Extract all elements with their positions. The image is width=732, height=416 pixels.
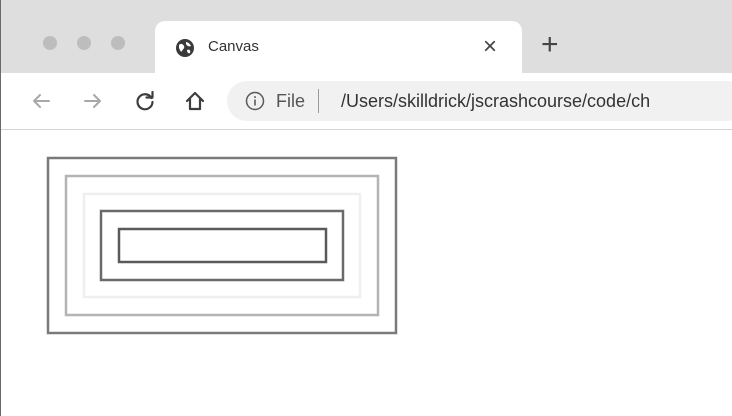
inner-rectangle <box>117 227 328 264</box>
drawing-canvas <box>46 156 398 335</box>
info-icon[interactable] <box>245 91 265 111</box>
browser-toolbar: File /Users/skilldrick/jscrashcourse/cod… <box>1 73 732 130</box>
globe-icon <box>176 39 194 57</box>
tab-close-button[interactable]: × <box>483 32 497 62</box>
new-tab-button[interactable]: + <box>541 30 559 60</box>
tab-strip: Canvas × + <box>1 0 732 73</box>
close-window-button[interactable] <box>43 36 57 50</box>
second-rectangle <box>64 174 380 317</box>
fourth-rectangle <box>99 209 345 282</box>
home-icon[interactable] <box>183 89 207 113</box>
minimize-window-button[interactable] <box>77 36 91 50</box>
address-separator <box>318 89 319 113</box>
tab-title: Canvas <box>208 38 259 55</box>
url-text[interactable]: /Users/skilldrick/jscrashcourse/code/ch <box>341 91 650 112</box>
faint-rectangle <box>82 192 362 299</box>
url-scheme-label: File <box>276 91 306 111</box>
page-content <box>1 130 732 416</box>
maximize-window-button[interactable] <box>111 36 125 50</box>
browser-window: Canvas × + File /Users/skilldrick/jscras… <box>0 0 732 416</box>
tab-canvas[interactable]: Canvas × <box>155 21 522 73</box>
arrow-right-icon[interactable] <box>81 89 105 113</box>
reload-icon[interactable] <box>133 89 157 113</box>
address-bar[interactable]: File /Users/skilldrick/jscrashcourse/cod… <box>227 81 732 121</box>
arrow-left-icon[interactable] <box>29 89 53 113</box>
